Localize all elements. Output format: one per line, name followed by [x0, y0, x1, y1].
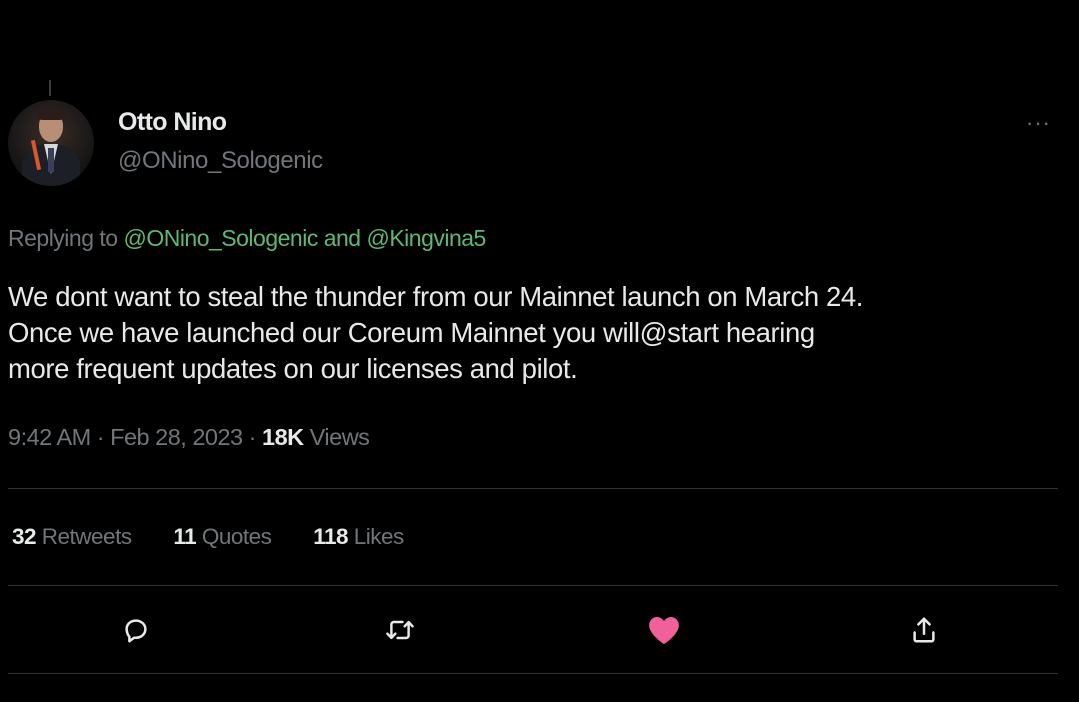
retweets-label: Retweets [36, 524, 132, 549]
tweet-time[interactable]: 9:42 AM [8, 424, 91, 450]
retweet-button[interactable] [382, 612, 418, 648]
author-display-name[interactable]: Otto Nino [118, 108, 227, 137]
avatar-tie [48, 148, 54, 172]
share-button[interactable] [906, 612, 942, 648]
likes-stat[interactable]: 118 Likes [313, 524, 404, 550]
heart-icon [649, 616, 679, 645]
thread-line [49, 80, 51, 96]
replying-to: Replying to @ONino_Sologenic and @Kingvi… [8, 225, 486, 252]
share-icon [913, 617, 935, 643]
likes-count: 118 [313, 524, 349, 549]
views-count: 18K [262, 424, 304, 450]
retweet-icon [386, 620, 414, 640]
quotes-label: Quotes [196, 524, 272, 549]
author-handle[interactable]: @ONino_Sologenic [118, 147, 323, 175]
mention-link-onino[interactable]: @ONino_Sologenic [123, 225, 318, 251]
divider [8, 585, 1058, 586]
replying-conjunction: and [317, 225, 367, 251]
views-label: Views [303, 424, 370, 450]
tweet-stats: 32 Retweets 11 Quotes 118 Likes [12, 524, 440, 550]
retweets-count: 32 [12, 524, 37, 549]
mention-link-kingvina[interactable]: @Kingvina5 [366, 225, 486, 251]
likes-label: Likes [348, 524, 405, 549]
reply-button[interactable] [118, 612, 154, 648]
replying-prefix: Replying to [8, 225, 124, 251]
more-icon[interactable]: ··· [1026, 110, 1051, 136]
divider [8, 488, 1058, 489]
retweets-stat[interactable]: 32 Retweets [12, 524, 132, 550]
tweet-text: We dont want to steal the thunder from o… [8, 281, 864, 384]
tweet-meta: 9:42 AM · Feb 28, 2023 · 18K Views [8, 424, 370, 451]
reply-icon [125, 619, 147, 643]
meta-separator: · [90, 424, 111, 450]
avatar-hair [37, 108, 65, 120]
divider [8, 673, 1058, 674]
avatar[interactable] [8, 100, 94, 186]
quotes-stat[interactable]: 11 Quotes [173, 524, 272, 550]
like-button[interactable] [646, 612, 682, 648]
meta-separator: · [242, 424, 263, 450]
tweet-date[interactable]: Feb 28, 2023 [110, 424, 243, 450]
quotes-count: 11 [173, 524, 197, 549]
